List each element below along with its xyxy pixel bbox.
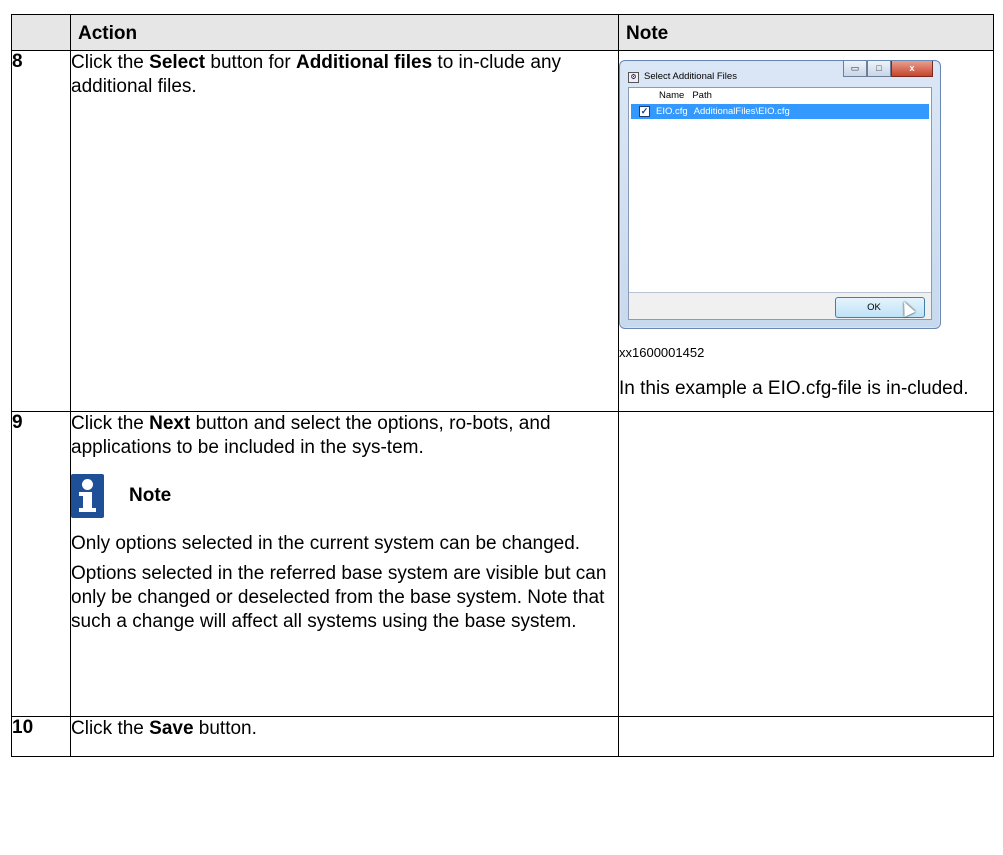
step-number: 10 (11, 716, 71, 757)
header-step (11, 14, 71, 51)
file-list: Name Path ✓ EIO.cfg AdditionalFiles\EIO.… (629, 88, 931, 296)
select-additional-files-dialog: ⚙ Select Additional Files ▭ □ x Name Pat… (619, 60, 941, 329)
action-cell: Click the Next button and select the opt… (70, 411, 619, 717)
select-bold: Select (149, 52, 206, 73)
maximize-icon[interactable]: □ (867, 61, 891, 77)
action-text: button. (193, 718, 257, 739)
save-bold: Save (149, 718, 194, 739)
step-number: 8 (11, 50, 71, 412)
note-paragraph: Only options selected in the current sys… (71, 533, 581, 554)
note-cell (618, 716, 994, 757)
header-note: Note (618, 14, 994, 51)
note-paragraph: Options selected in the referred base sy… (71, 563, 607, 632)
close-icon[interactable]: x (891, 61, 933, 77)
header-action: Action (70, 14, 619, 51)
file-name: EIO.cfg (656, 105, 688, 117)
info-icon (71, 474, 104, 518)
table-row: 9 Click the Next button and select the o… (11, 411, 994, 717)
action-text: Click the (71, 718, 150, 739)
action-text: Click the (71, 413, 150, 434)
action-text: Click the (71, 52, 150, 73)
additional-files-bold: Additional files (295, 52, 433, 73)
action-text: button for (205, 52, 296, 73)
app-icon: ⚙ (628, 71, 639, 83)
file-path: AdditionalFiles\EIO.cfg (693, 105, 790, 117)
dialog-body: Name Path ✓ EIO.cfg AdditionalFiles\EIO.… (628, 87, 932, 320)
next-bold: Next (149, 413, 191, 434)
figure-id: xx1600001452 (619, 345, 705, 360)
dialog-title: Select Additional Files (644, 71, 737, 82)
table-row: 8 Click the Select button for Additional… (11, 50, 994, 412)
action-cell: Click the Save button. (70, 716, 619, 757)
action-cell: Click the Select button for Additional f… (70, 50, 619, 412)
window-controls: ▭ □ x (843, 61, 933, 77)
dialog-footer: OK (629, 292, 931, 319)
note-cell: ⚙ Select Additional Files ▭ □ x Name Pat… (618, 50, 994, 412)
checkbox-checked-icon[interactable]: ✓ (639, 106, 650, 117)
header-row: Action Note (11, 14, 994, 51)
note-callout: Note (71, 474, 618, 518)
note-label: Note (129, 485, 172, 506)
minimize-icon[interactable]: ▭ (843, 61, 867, 77)
step-number: 9 (11, 411, 71, 717)
note-cell (618, 411, 994, 717)
steps-table: Action Note 8 Click the Select button fo… (11, 14, 994, 757)
table-row: 10 Click the Save button. (11, 716, 994, 757)
note-text: In this example a EIO.cfg-file is in-clu… (619, 378, 969, 399)
list-item[interactable]: ✓ EIO.cfg AdditionalFiles\EIO.cfg (631, 104, 929, 119)
